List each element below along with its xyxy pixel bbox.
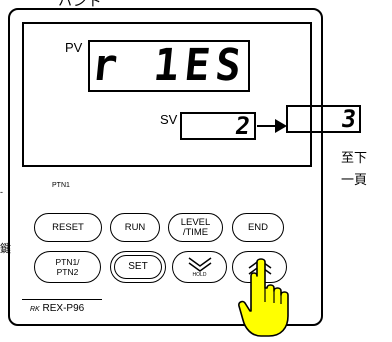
set-button[interactable]: SET	[110, 251, 166, 283]
set-button-label: SET	[128, 261, 148, 272]
side-mark: -	[0, 187, 3, 197]
hold-label: HOLD	[192, 272, 207, 278]
end-button-label: END	[247, 221, 269, 233]
model-label: RK REX-P96	[30, 303, 84, 314]
pv-label: PV	[65, 40, 83, 55]
run-button-label: RUN	[124, 221, 146, 233]
run-button[interactable]: RUN	[110, 213, 160, 242]
ptn-button-label: PTN1/ PTN2	[55, 257, 80, 277]
next-page-caption: 至下 一頁	[341, 151, 368, 188]
sv-value: 2	[233, 112, 252, 140]
level-time-button-label: LEVEL /TIME	[180, 216, 211, 238]
ptn-button[interactable]: PTN1/ PTN2	[34, 251, 101, 283]
model-name: REX-P96	[42, 303, 85, 314]
pointing-hand-icon	[238, 258, 289, 337]
pv-value: r 1ES	[89, 40, 249, 91]
down-hold-button[interactable]: HOLD	[172, 251, 227, 283]
next-sv-value: 3	[339, 105, 358, 133]
right-arrow-icon	[257, 119, 287, 133]
reset-button-label: RESET	[52, 221, 84, 233]
level-time-button[interactable]: LEVEL /TIME	[168, 213, 223, 242]
reset-button[interactable]: RESET	[34, 213, 102, 242]
rkc-logo-icon: RK	[30, 306, 40, 313]
model-divider	[22, 299, 102, 300]
end-button[interactable]: END	[232, 213, 284, 242]
sv-label: SV	[160, 112, 178, 127]
ptn-label: PTN1	[52, 182, 70, 189]
